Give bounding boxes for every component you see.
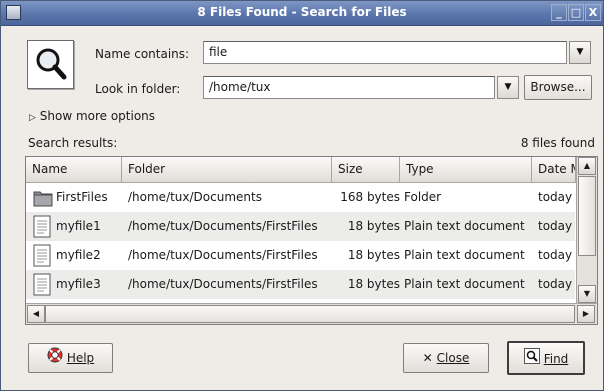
scroll-down-button[interactable]: ▼ xyxy=(578,285,596,303)
column-header-name[interactable]: Name xyxy=(26,157,122,183)
name-contains-dropdown[interactable]: ▼ xyxy=(569,41,591,64)
magnifier-icon xyxy=(27,40,74,89)
files-found-count: 8 files found xyxy=(520,136,595,150)
column-header-type[interactable]: Type xyxy=(400,157,532,183)
file-name: myfile1 xyxy=(56,219,101,233)
file-type: Plain text document xyxy=(404,248,525,262)
horizontal-scroll-thumb[interactable] xyxy=(45,305,575,323)
look-in-label: Look in folder: xyxy=(95,82,181,96)
name-contains-label: Name contains: xyxy=(95,47,190,61)
file-type: Plain text document xyxy=(404,219,525,233)
vertical-scroll-thumb[interactable] xyxy=(578,176,596,256)
close-x-icon: ✕ xyxy=(422,351,433,365)
file-type: Plain text document xyxy=(404,277,525,291)
close-button[interactable]: ✕ Close xyxy=(403,343,489,373)
minimize-button[interactable]: _ xyxy=(551,4,567,21)
scroll-right-button[interactable]: ▶ xyxy=(577,305,595,323)
find-button[interactable]: Find xyxy=(507,341,585,375)
text-file-icon xyxy=(32,241,54,270)
column-header-date[interactable]: Date M xyxy=(532,157,576,183)
expander-triangle-icon: ▷ xyxy=(29,113,36,123)
look-in-dropdown[interactable]: ▼ xyxy=(497,76,519,99)
file-folder: /home/tux/Documents/FirstFiles xyxy=(128,248,318,262)
find-magnifier-icon xyxy=(523,344,540,376)
browse-button[interactable]: Browse... xyxy=(524,75,592,100)
file-folder: /home/tux/Documents/FirstFiles xyxy=(128,277,318,291)
name-contains-input[interactable]: file xyxy=(203,41,567,64)
file-type: Folder xyxy=(404,190,442,204)
column-header-size[interactable]: Size xyxy=(332,157,400,183)
vertical-scrollbar[interactable]: ▲ ▼ xyxy=(576,157,597,303)
look-in-input[interactable]: /home/tux xyxy=(203,76,495,99)
help-button[interactable]: Help xyxy=(28,343,113,373)
table-row[interactable]: myfile2 /home/tux/Documents/FirstFiles 1… xyxy=(26,241,575,270)
file-folder: /home/tux/Documents/FirstFiles xyxy=(128,219,318,233)
table-row[interactable]: myfile3 /home/tux/Documents/FirstFiles 1… xyxy=(26,270,575,299)
results-table[interactable]: Name Folder Size Type Date M FirstFiles … xyxy=(25,156,598,325)
close-window-button[interactable]: X xyxy=(585,4,601,21)
file-date: today xyxy=(538,219,573,233)
file-date: today xyxy=(538,277,573,291)
show-more-options-expander[interactable]: ▷ Show more options xyxy=(29,109,155,123)
scroll-up-button[interactable]: ▲ xyxy=(578,157,596,175)
column-header-folder[interactable]: Folder xyxy=(122,157,332,183)
window-title: 8 Files Found - Search for Files xyxy=(197,5,407,19)
title-bar[interactable]: 8 Files Found - Search for Files _ □ X xyxy=(1,1,603,26)
maximize-button[interactable]: □ xyxy=(568,4,584,21)
table-row[interactable]: myfile1 /home/tux/Documents/FirstFiles 1… xyxy=(26,212,575,241)
file-name: FirstFiles xyxy=(56,190,108,204)
horizontal-scrollbar[interactable]: ◀ ▶ xyxy=(26,303,597,324)
file-date: today xyxy=(538,190,573,204)
file-name: myfile2 xyxy=(56,248,101,262)
file-date: today xyxy=(538,248,573,262)
search-results-label: Search results: xyxy=(28,136,118,150)
file-folder: /home/tux/Documents xyxy=(128,190,262,204)
folder-icon xyxy=(33,183,55,212)
file-name: myfile3 xyxy=(56,277,101,291)
text-file-icon xyxy=(32,212,54,241)
file-size: 18 bytes xyxy=(347,277,400,291)
search-window: 8 Files Found - Search for Files _ □ X N… xyxy=(0,0,604,391)
file-size: 18 bytes xyxy=(347,248,400,262)
table-row[interactable]: FirstFiles /home/tux/Documents 168 bytes… xyxy=(26,183,575,212)
file-size: 18 bytes xyxy=(347,219,400,233)
text-file-icon xyxy=(32,270,54,299)
file-size: 168 bytes xyxy=(340,190,400,204)
help-lifebuoy-icon xyxy=(47,345,63,373)
scroll-left-button[interactable]: ◀ xyxy=(27,305,45,323)
